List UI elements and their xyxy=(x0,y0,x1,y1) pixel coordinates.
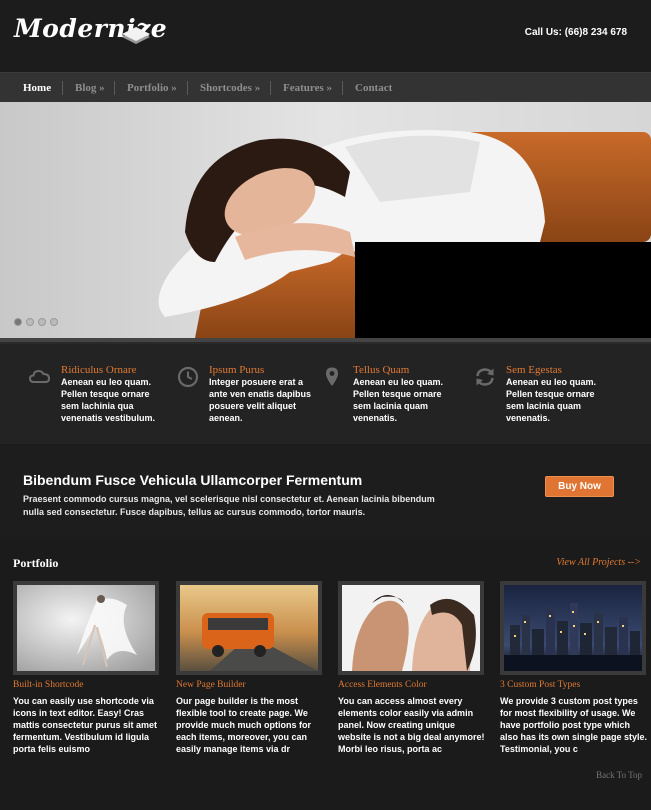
feature-text: Aenean eu leo quam. Pellen tesque ornare… xyxy=(506,377,597,423)
portfolio-item-title[interactable]: 3 Custom Post Types xyxy=(500,680,580,690)
clock-icon xyxy=(177,366,199,388)
refresh-icon xyxy=(476,368,494,386)
call-to-action: Bibendum Fusce Vehicula Ullamcorper Ferm… xyxy=(0,444,651,539)
portfolio-item-text: You can easily use shortcode via icons i… xyxy=(13,696,158,754)
portfolio-item-text: Our page builder is the most flexible to… xyxy=(176,696,312,754)
main-nav: Home Blog » Portfolio » Shortcodes » Fea… xyxy=(0,72,651,102)
feature-text: Aenean eu leo quam. Pellen tesque ornare… xyxy=(61,377,156,423)
map-pin-icon xyxy=(326,367,338,386)
portfolio-thumbnail[interactable] xyxy=(500,581,646,675)
cta-title: Bibendum Fusce Vehicula Ullamcorper Ferm… xyxy=(23,472,363,488)
features-section: Ridiculus Ornare Aenean eu leo quam. Pel… xyxy=(0,344,651,444)
portfolio-item-title[interactable]: Access Elements Color xyxy=(338,680,427,690)
slider-dot[interactable] xyxy=(38,318,46,326)
nav-item-features[interactable]: Features » xyxy=(283,82,332,94)
nav-divider xyxy=(342,81,343,95)
site-header: Modernize Call Us: (66)8 234 678 xyxy=(0,0,651,72)
feature-title[interactable]: Tellus Quam xyxy=(353,364,409,376)
feature-title[interactable]: Sem Egestas xyxy=(506,364,562,376)
feature-text: Aenean eu leo quam. Pellen tesque ornare… xyxy=(353,377,444,423)
portfolio-thumbnail[interactable] xyxy=(13,581,159,675)
call-us-text: Call Us: (66)8 234 678 xyxy=(524,27,627,38)
nav-item-home[interactable]: Home xyxy=(23,82,51,94)
portfolio-thumbnail[interactable] xyxy=(338,581,484,675)
slider-dot[interactable] xyxy=(50,318,58,326)
portfolio-item-title[interactable]: Built-in Shortcode xyxy=(13,680,83,690)
nav-divider xyxy=(187,81,188,95)
hero-slide-image xyxy=(0,102,651,338)
couple-image xyxy=(342,585,480,671)
dancer-image xyxy=(17,585,155,671)
bus-image xyxy=(180,585,318,671)
feature-text: Integer posuere erat a ante ven enatis d… xyxy=(209,377,312,423)
nav-item-contact[interactable]: Contact xyxy=(355,82,392,94)
back-to-top-link[interactable]: Back To Top xyxy=(596,770,642,780)
cta-text: Praesent commodo cursus magna, vel scele… xyxy=(23,494,435,517)
portfolio-thumbnail[interactable] xyxy=(176,581,322,675)
nav-divider xyxy=(114,81,115,95)
nav-divider xyxy=(62,81,63,95)
portfolio-item-text: You can access almost every elements col… xyxy=(338,696,485,754)
view-all-projects-link[interactable]: View All Projects --> xyxy=(556,557,641,568)
slider-pagination xyxy=(14,318,58,326)
nav-item-portfolio[interactable]: Portfolio » xyxy=(127,82,177,94)
cloud-icon xyxy=(29,369,51,383)
buy-now-button[interactable]: Buy Now xyxy=(545,476,614,497)
portfolio-heading: Portfolio xyxy=(13,556,59,570)
portfolio-section: Portfolio View All Projects --> Built-in… xyxy=(0,539,651,810)
nav-item-blog[interactable]: Blog » xyxy=(75,82,105,94)
portfolio-item-title[interactable]: New Page Builder xyxy=(176,680,246,690)
hero-slider[interactable] xyxy=(0,102,651,338)
slider-dot[interactable] xyxy=(14,318,22,326)
nav-divider xyxy=(270,81,271,95)
logo-diamond-icon xyxy=(122,27,150,44)
feature-title[interactable]: Ridiculus Ornare xyxy=(61,364,136,376)
portfolio-item-text: We provide 3 custom post types for most … xyxy=(500,696,648,754)
city-skyline-image xyxy=(504,585,642,671)
slider-dot[interactable] xyxy=(26,318,34,326)
feature-title[interactable]: Ipsum Purus xyxy=(209,364,264,376)
nav-item-shortcodes[interactable]: Shortcodes » xyxy=(200,82,260,94)
